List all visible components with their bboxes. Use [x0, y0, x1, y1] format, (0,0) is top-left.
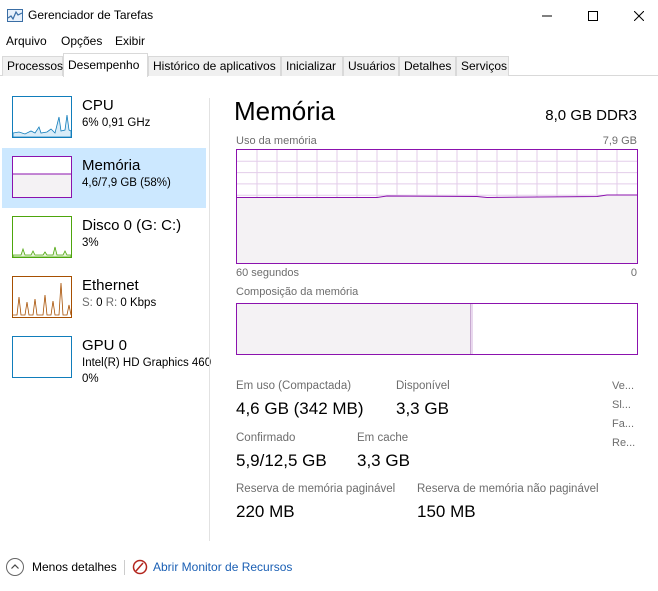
committed-value: 5,9/12,5 GB	[236, 451, 327, 470]
tab-usuarios[interactable]: Usuários	[343, 56, 399, 76]
tab-strip: Processos Desempenho Histórico de aplica…	[0, 53, 658, 77]
memory-composition-bar	[236, 303, 638, 355]
tab-historico[interactable]: Histórico de aplicativos	[148, 56, 281, 76]
sidebar-item-subtitle: 4,6/7,9 GB (58%)	[82, 177, 171, 189]
paged-pool-label: Reserva de memória paginável	[236, 483, 396, 495]
reserved-label: Re...	[612, 437, 636, 449]
gpu-thumbnail	[12, 336, 72, 378]
sidebar-item-title: Ethernet	[82, 277, 139, 294]
sidebar-item-ethernet[interactable]: Ethernet S: 0 R: 0 Kbps	[2, 268, 206, 328]
sidebar-item-subtitle: 6% 0,91 GHz	[82, 117, 151, 129]
sidebar-item-title: GPU 0	[82, 337, 128, 354]
slots-label: Sl...	[612, 399, 631, 411]
sidebar-item-subtitle: 3%	[82, 237, 99, 249]
composition-in-use	[237, 304, 471, 354]
fewer-details-button[interactable]	[6, 558, 24, 576]
composition-modified	[471, 304, 473, 354]
receive-value: 0 Kbps	[120, 297, 157, 309]
memory-usage-chart	[236, 149, 638, 264]
task-manager-icon	[7, 9, 23, 22]
maximize-icon	[588, 10, 598, 21]
send-label: S:	[82, 297, 93, 309]
chevron-up-icon	[11, 564, 19, 569]
tab-desempenho[interactable]: Desempenho	[63, 53, 148, 77]
sidebar-item-cpu[interactable]: CPU 6% 0,91 GHz	[2, 88, 206, 148]
sidebar-item-gpu[interactable]: GPU 0 Intel(R) HD Graphics 460 0%	[2, 328, 211, 388]
receive-label: R:	[105, 297, 118, 309]
sidebar-item-memory[interactable]: Memória 4,6/7,9 GB (58%)	[2, 148, 206, 208]
available-value: 3,3 GB	[396, 399, 449, 418]
composition-label: Composição da memória	[236, 286, 359, 298]
sidebar-item-subtitle: S: 0 R: 0 Kbps	[82, 297, 156, 309]
footer-bar: Menos detalhes Abrir Monitor de Recursos	[0, 552, 658, 582]
minimize-icon	[542, 15, 552, 16]
open-resource-monitor-link[interactable]: Abrir Monitor de Recursos	[153, 560, 292, 574]
sidebar-item-subtitle-2: 0%	[82, 373, 99, 385]
available-label: Disponível	[396, 380, 450, 392]
footer-separator	[124, 560, 125, 575]
form-factor-label: Fa...	[612, 418, 635, 430]
minimize-button[interactable]	[524, 0, 570, 31]
panel-title: Memória	[234, 96, 336, 126]
tab-servicos[interactable]: Serviços	[456, 56, 509, 76]
tab-detalhes[interactable]: Detalhes	[399, 56, 456, 76]
window-title: Gerenciador de Tarefas	[28, 8, 154, 22]
memory-panel: Memória 8,0 GB DDR3 Uso da memória 7,9 G…	[210, 76, 658, 542]
menu-exibir[interactable]: Exibir	[115, 34, 145, 48]
disk-thumbnail	[12, 216, 72, 258]
committed-label: Confirmado	[236, 432, 296, 444]
cached-value: 3,3 GB	[357, 451, 410, 470]
paged-pool-value: 220 MB	[236, 502, 295, 521]
close-icon	[634, 10, 644, 21]
usage-chart-max: 7,9 GB	[602, 135, 637, 147]
send-value: 0	[96, 297, 103, 309]
sidebar-item-title: Disco 0 (G: C:)	[82, 217, 182, 234]
memory-thumbnail	[12, 156, 72, 198]
ethernet-thumbnail	[12, 276, 72, 318]
title-bar: Gerenciador de Tarefas	[0, 0, 658, 31]
in-use-value: 4,6 GB (342 MB)	[236, 399, 364, 418]
sidebar-item-title: Memória	[82, 157, 141, 174]
fewer-details-link[interactable]: Menos detalhes	[32, 560, 117, 574]
maximize-button[interactable]	[570, 0, 616, 31]
menu-bar: Arquivo Opções Exibir	[0, 31, 658, 51]
cpu-thumbnail	[12, 96, 72, 138]
tab-processos[interactable]: Processos	[2, 56, 63, 76]
memory-spec: 8,0 GB DDR3	[545, 107, 637, 124]
close-button[interactable]	[616, 0, 658, 31]
menu-opcoes[interactable]: Opções	[61, 34, 102, 48]
chart-time-left: 60 segundos	[236, 267, 299, 279]
usage-area	[237, 194, 637, 263]
performance-sidebar: CPU 6% 0,91 GHz Memória 4,6/7,9 GB (58%)…	[0, 76, 211, 542]
nonpaged-pool-value: 150 MB	[417, 502, 476, 521]
speed-label: Ve...	[612, 380, 635, 392]
resource-monitor-icon	[132, 559, 148, 575]
chart-time-right: 0	[630, 267, 637, 279]
cached-label: Em cache	[357, 432, 409, 444]
sidebar-item-subtitle: Intel(R) HD Graphics 460	[82, 357, 212, 369]
tab-inicializar[interactable]: Inicializar	[281, 56, 343, 76]
sidebar-item-disk[interactable]: Disco 0 (G: C:) 3%	[2, 208, 206, 268]
nonpaged-pool-label: Reserva de memória não paginável	[417, 483, 599, 495]
in-use-label: Em uso (Compactada)	[236, 380, 352, 392]
sidebar-item-title: CPU	[82, 97, 114, 114]
usage-chart-label: Uso da memória	[236, 135, 317, 147]
menu-arquivo[interactable]: Arquivo	[6, 34, 47, 48]
